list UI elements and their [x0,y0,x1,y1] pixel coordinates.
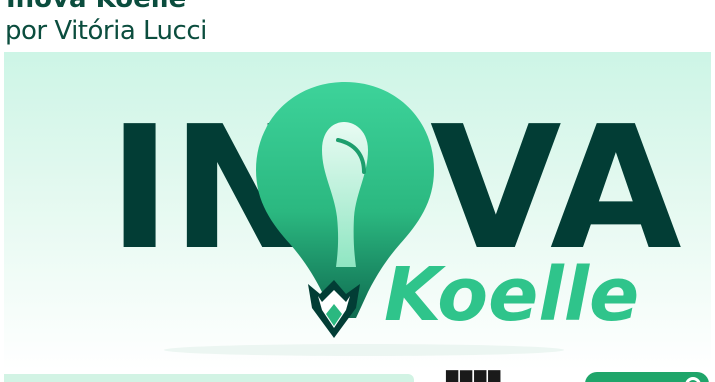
logo-koelle-text: Koelle [384,252,639,338]
author-byline: por Vitória Lucci [5,16,207,46]
grid-icon: ▀█▀▀ [446,370,503,382]
inova-koelle-logo: IN VA Koelle [108,82,682,356]
banner-image: IN VA Koelle [4,52,711,370]
bottom-panel-edge [4,374,414,382]
page: Inova Koelle por Vitória Lucci IN [0,0,715,382]
page-title: Inova Koelle [6,0,186,14]
bottom-action-button[interactable] [585,372,709,382]
